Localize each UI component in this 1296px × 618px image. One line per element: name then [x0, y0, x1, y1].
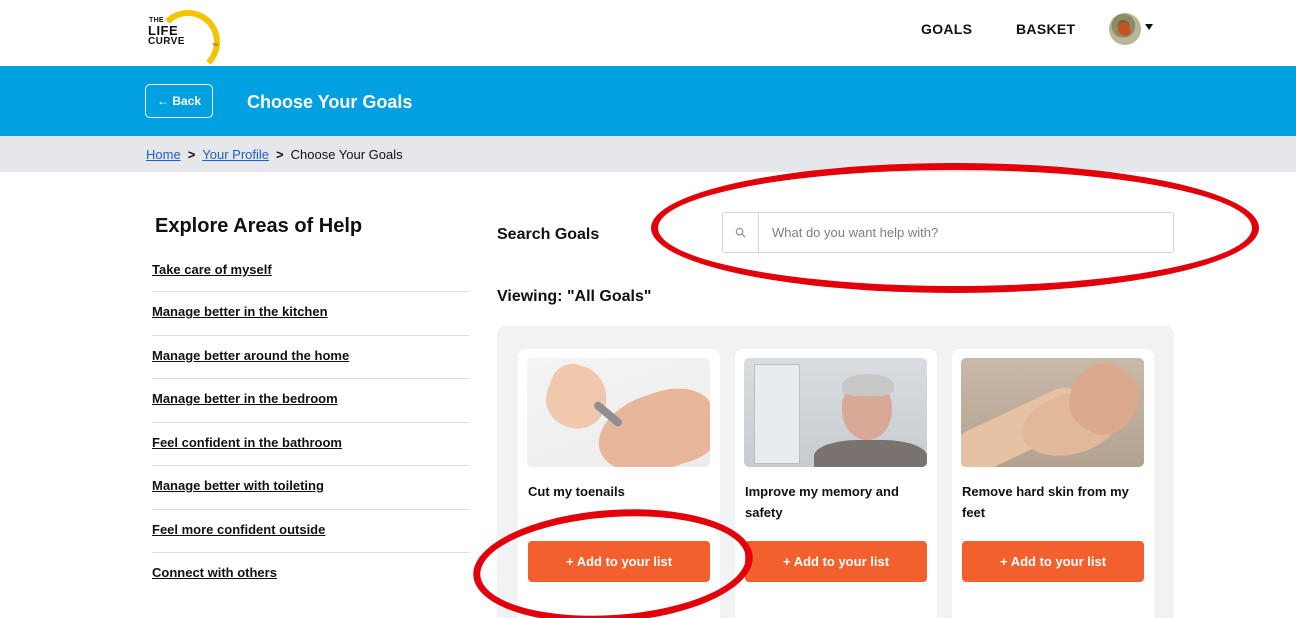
sidebar-link[interactable]: Manage better in the kitchen — [152, 304, 328, 319]
breadcrumb-home-link[interactable]: Home — [146, 147, 181, 162]
page: THE LIFE CURVE TM GOALS BASKET ← Back Ch… — [0, 0, 1296, 618]
goal-image-hard-skin — [961, 358, 1144, 467]
bird-avatar-icon — [1115, 20, 1133, 38]
search-input[interactable] — [759, 213, 1173, 252]
sidebar-link[interactable]: Connect with others — [152, 565, 277, 580]
goal-card-memory[interactable]: Improve my memory and safety + Add to yo… — [735, 349, 937, 618]
sidebar-link[interactable]: Feel more confident outside — [152, 522, 325, 537]
sidebar-link[interactable]: Manage better with toileting — [152, 478, 324, 493]
logo-text-curve: CURVE — [148, 36, 185, 47]
goal-card-toenails[interactable]: Cut my toenails + Add to your list — [518, 349, 720, 618]
add-to-list-button[interactable]: + Add to your list — [962, 541, 1144, 582]
search-goals-label: Search Goals — [497, 226, 600, 243]
goal-title: Improve my memory and safety — [745, 484, 899, 520]
avatar[interactable] — [1109, 13, 1141, 45]
top-navigation: THE LIFE CURVE TM GOALS BASKET — [0, 0, 1296, 74]
sidebar-item-bedroom: Manage better in the bedroom — [152, 379, 470, 423]
breadcrumb: Home > Your Profile > Choose Your Goals — [146, 147, 403, 162]
goal-image-memory — [744, 358, 927, 467]
sidebar-link[interactable]: Take care of myself — [152, 262, 272, 277]
goal-card-hard-skin[interactable]: Remove hard skin from my feet + Add to y… — [952, 349, 1154, 618]
goal-title: Cut my toenails — [528, 484, 625, 499]
sidebar-item-outside: Feel more confident outside — [152, 510, 470, 553]
back-button[interactable]: ← Back — [145, 84, 213, 118]
sidebar-title: Explore Areas of Help — [155, 215, 363, 237]
sidebar-item-take-care: Take care of myself — [152, 250, 470, 292]
add-to-list-button[interactable]: + Add to your list — [745, 541, 927, 582]
life-curve-logo[interactable]: THE LIFE CURVE TM — [146, 8, 220, 74]
logo-trademark: TM — [212, 42, 218, 47]
sidebar-link[interactable]: Manage better around the home — [152, 348, 349, 363]
sidebar-item-connect: Connect with others — [152, 553, 470, 597]
sidebar-item-home: Manage better around the home — [152, 336, 470, 379]
goal-image-toenails — [527, 358, 710, 467]
nav-basket-link[interactable]: BASKET — [1016, 21, 1075, 37]
goal-title: Remove hard skin from my feet — [962, 484, 1129, 520]
help-areas-list: Take care of myself Manage better in the… — [152, 250, 470, 597]
sidebar-item-bathroom: Feel confident in the bathroom — [152, 423, 470, 466]
nav-goals-link[interactable]: GOALS — [921, 21, 972, 37]
sidebar-item-kitchen: Manage better in the kitchen — [152, 292, 470, 336]
add-to-list-button[interactable]: + Add to your list — [528, 541, 710, 582]
viewing-filter-label: Viewing: "All Goals" — [497, 288, 652, 305]
sidebar-link[interactable]: Feel confident in the bathroom — [152, 435, 342, 450]
breadcrumb-current: Choose Your Goals — [290, 147, 403, 162]
breadcrumb-separator: > — [276, 147, 284, 162]
search-icon — [723, 213, 759, 252]
sidebar-item-toileting: Manage better with toileting — [152, 466, 470, 510]
chevron-down-icon[interactable] — [1145, 24, 1153, 30]
breadcrumb-profile-link[interactable]: Your Profile — [202, 147, 269, 162]
sidebar-link[interactable]: Manage better in the bedroom — [152, 391, 338, 406]
breadcrumb-separator: > — [187, 147, 196, 162]
search-box — [722, 212, 1174, 253]
page-title: Choose Your Goals — [247, 92, 413, 112]
